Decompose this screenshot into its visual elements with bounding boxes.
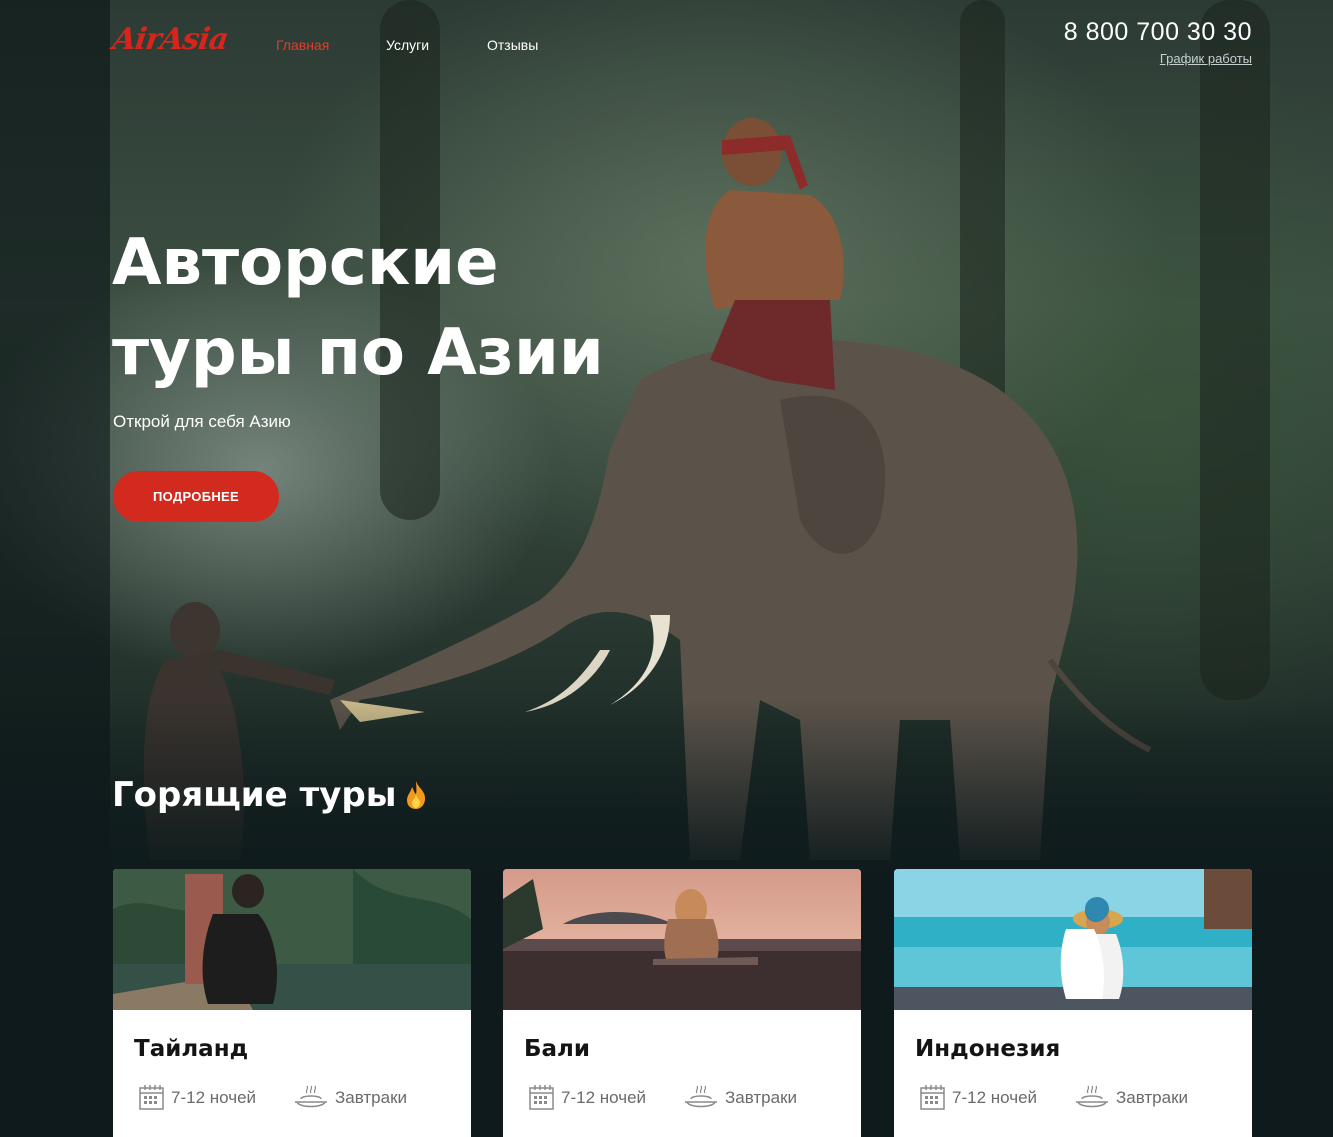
tour-nights: 7-12 ночей — [919, 1084, 1037, 1111]
dish-icon — [295, 1085, 327, 1108]
hero-title-line2: туры по Азии — [112, 316, 604, 390]
tour-meals: Завтраки — [293, 1084, 407, 1111]
hero-title: Авторские туры по Азии — [112, 218, 672, 398]
nav-services[interactable]: Услуги — [386, 37, 429, 53]
hero-title-line1: Авторские — [112, 226, 499, 300]
nav-home[interactable]: Главная — [276, 37, 329, 53]
tour-card-bali[interactable]: Бали 7-12 ночей Завтраки — [503, 869, 861, 1137]
airasia-logo[interactable]: AirAsia — [111, 22, 230, 57]
tour-nights: 7-12 ночей — [138, 1084, 256, 1111]
tour-meals: Завтраки — [683, 1084, 797, 1111]
tour-meals-text: Завтраки — [725, 1087, 798, 1107]
dish-icon — [1076, 1085, 1108, 1108]
tour-nights-text: 7-12 ночей — [561, 1087, 647, 1107]
calendar-icon — [529, 1085, 554, 1110]
tour-card-title: Индонезия — [915, 1036, 1061, 1062]
tour-card-image — [503, 869, 861, 1010]
tour-card-thailand[interactable]: Тайланд 7-12 ночей Завтраки — [113, 869, 471, 1137]
fire-icon — [407, 781, 426, 809]
tour-meals-text: Завтраки — [335, 1087, 408, 1107]
nav-reviews[interactable]: Отзывы — [487, 37, 538, 53]
tour-card-indonesia[interactable]: Индонезия 7-12 ночей Завтраки — [894, 869, 1252, 1137]
tour-nights-text: 7-12 ночей — [952, 1087, 1038, 1107]
tour-nights: 7-12 ночей — [528, 1084, 646, 1111]
hero-subtitle: Открой для себя Азию — [113, 412, 291, 431]
calendar-icon — [139, 1085, 164, 1110]
tour-meals: Завтраки — [1074, 1084, 1188, 1111]
tour-meals-text: Завтраки — [1116, 1087, 1189, 1107]
tour-card-title: Бали — [524, 1036, 591, 1062]
tour-nights-text: 7-12 ночей — [171, 1087, 257, 1107]
schedule-link[interactable]: График работы — [1160, 51, 1252, 66]
phone-number[interactable]: 8 800 700 30 30 — [1064, 18, 1252, 47]
hot-tours-title-text: Горящие туры — [112, 775, 397, 815]
tour-card-image — [894, 869, 1252, 1010]
tour-card-image — [113, 869, 471, 1010]
hot-tours-title: Горящие туры — [112, 775, 428, 815]
dish-icon — [685, 1085, 717, 1108]
tour-card-title: Тайланд — [134, 1036, 249, 1062]
hero-background — [0, 0, 1333, 870]
details-button[interactable]: ПОДРОБНЕЕ — [113, 471, 279, 522]
calendar-icon — [920, 1085, 945, 1110]
